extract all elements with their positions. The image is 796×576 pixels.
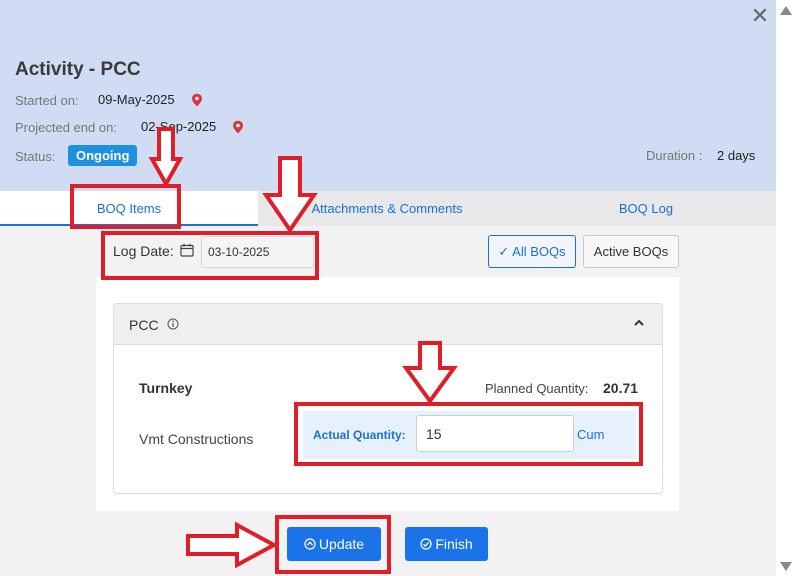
tab-boq-log[interactable]: BOQ Log <box>516 191 776 226</box>
check-circle-icon <box>420 538 432 550</box>
scroll-down-arrow-icon[interactable] <box>780 562 792 571</box>
location-pin-icon[interactable] <box>191 93 203 107</box>
annotation-box-update <box>275 515 391 574</box>
annotation-arrow-right-icon <box>186 521 279 569</box>
started-on-value: 09-May-2025 <box>98 92 175 107</box>
annotation-arrow-down-icon <box>262 156 318 234</box>
annotation-box-actual-quantity <box>294 402 643 466</box>
annotation-box-log-date <box>101 231 319 280</box>
duration-value: 2 days <box>717 148 756 163</box>
scroll-up-arrow-icon[interactable] <box>780 6 792 15</box>
planned-quantity-label: Planned Quantity: <box>485 381 589 396</box>
status-badge: Ongoing <box>68 145 138 166</box>
planned-quantity-value: 20.71 <box>603 380 639 396</box>
duration-label: Duration : <box>646 148 703 163</box>
location-pin-icon[interactable] <box>232 120 244 134</box>
chevron-up-icon[interactable] <box>633 317 645 329</box>
modal-header: ✕ Activity - PCC Started on: 09-May-2025… <box>0 0 776 191</box>
close-icon[interactable]: ✕ <box>750 5 770 27</box>
active-boqs-button[interactable]: Active BOQs <box>583 235 679 268</box>
scrollbar[interactable] <box>776 0 796 576</box>
all-boqs-button[interactable]: ✓ All BOQs <box>488 235 576 268</box>
projected-end-label: Projected end on: <box>15 120 117 135</box>
annotation-arrow-down-icon <box>148 127 184 189</box>
finish-button[interactable]: Finish <box>405 527 488 561</box>
started-on-label: Started on: <box>15 93 79 108</box>
accordion-title: PCC <box>129 317 159 333</box>
status-label: Status: <box>15 149 56 164</box>
accordion-header[interactable]: PCC <box>114 304 662 345</box>
page-title: Activity - PCC <box>15 59 141 80</box>
boq-item-name: Turnkey <box>139 380 193 396</box>
annotation-arrow-down-icon <box>402 341 458 405</box>
info-icon[interactable] <box>167 318 179 330</box>
annotation-box-boq-items <box>70 184 181 229</box>
vendor-name: Vmt Constructions <box>139 431 254 447</box>
activity-modal: ✕ Activity - PCC Started on: 09-May-2025… <box>0 0 776 576</box>
finish-button-label: Finish <box>435 536 473 552</box>
